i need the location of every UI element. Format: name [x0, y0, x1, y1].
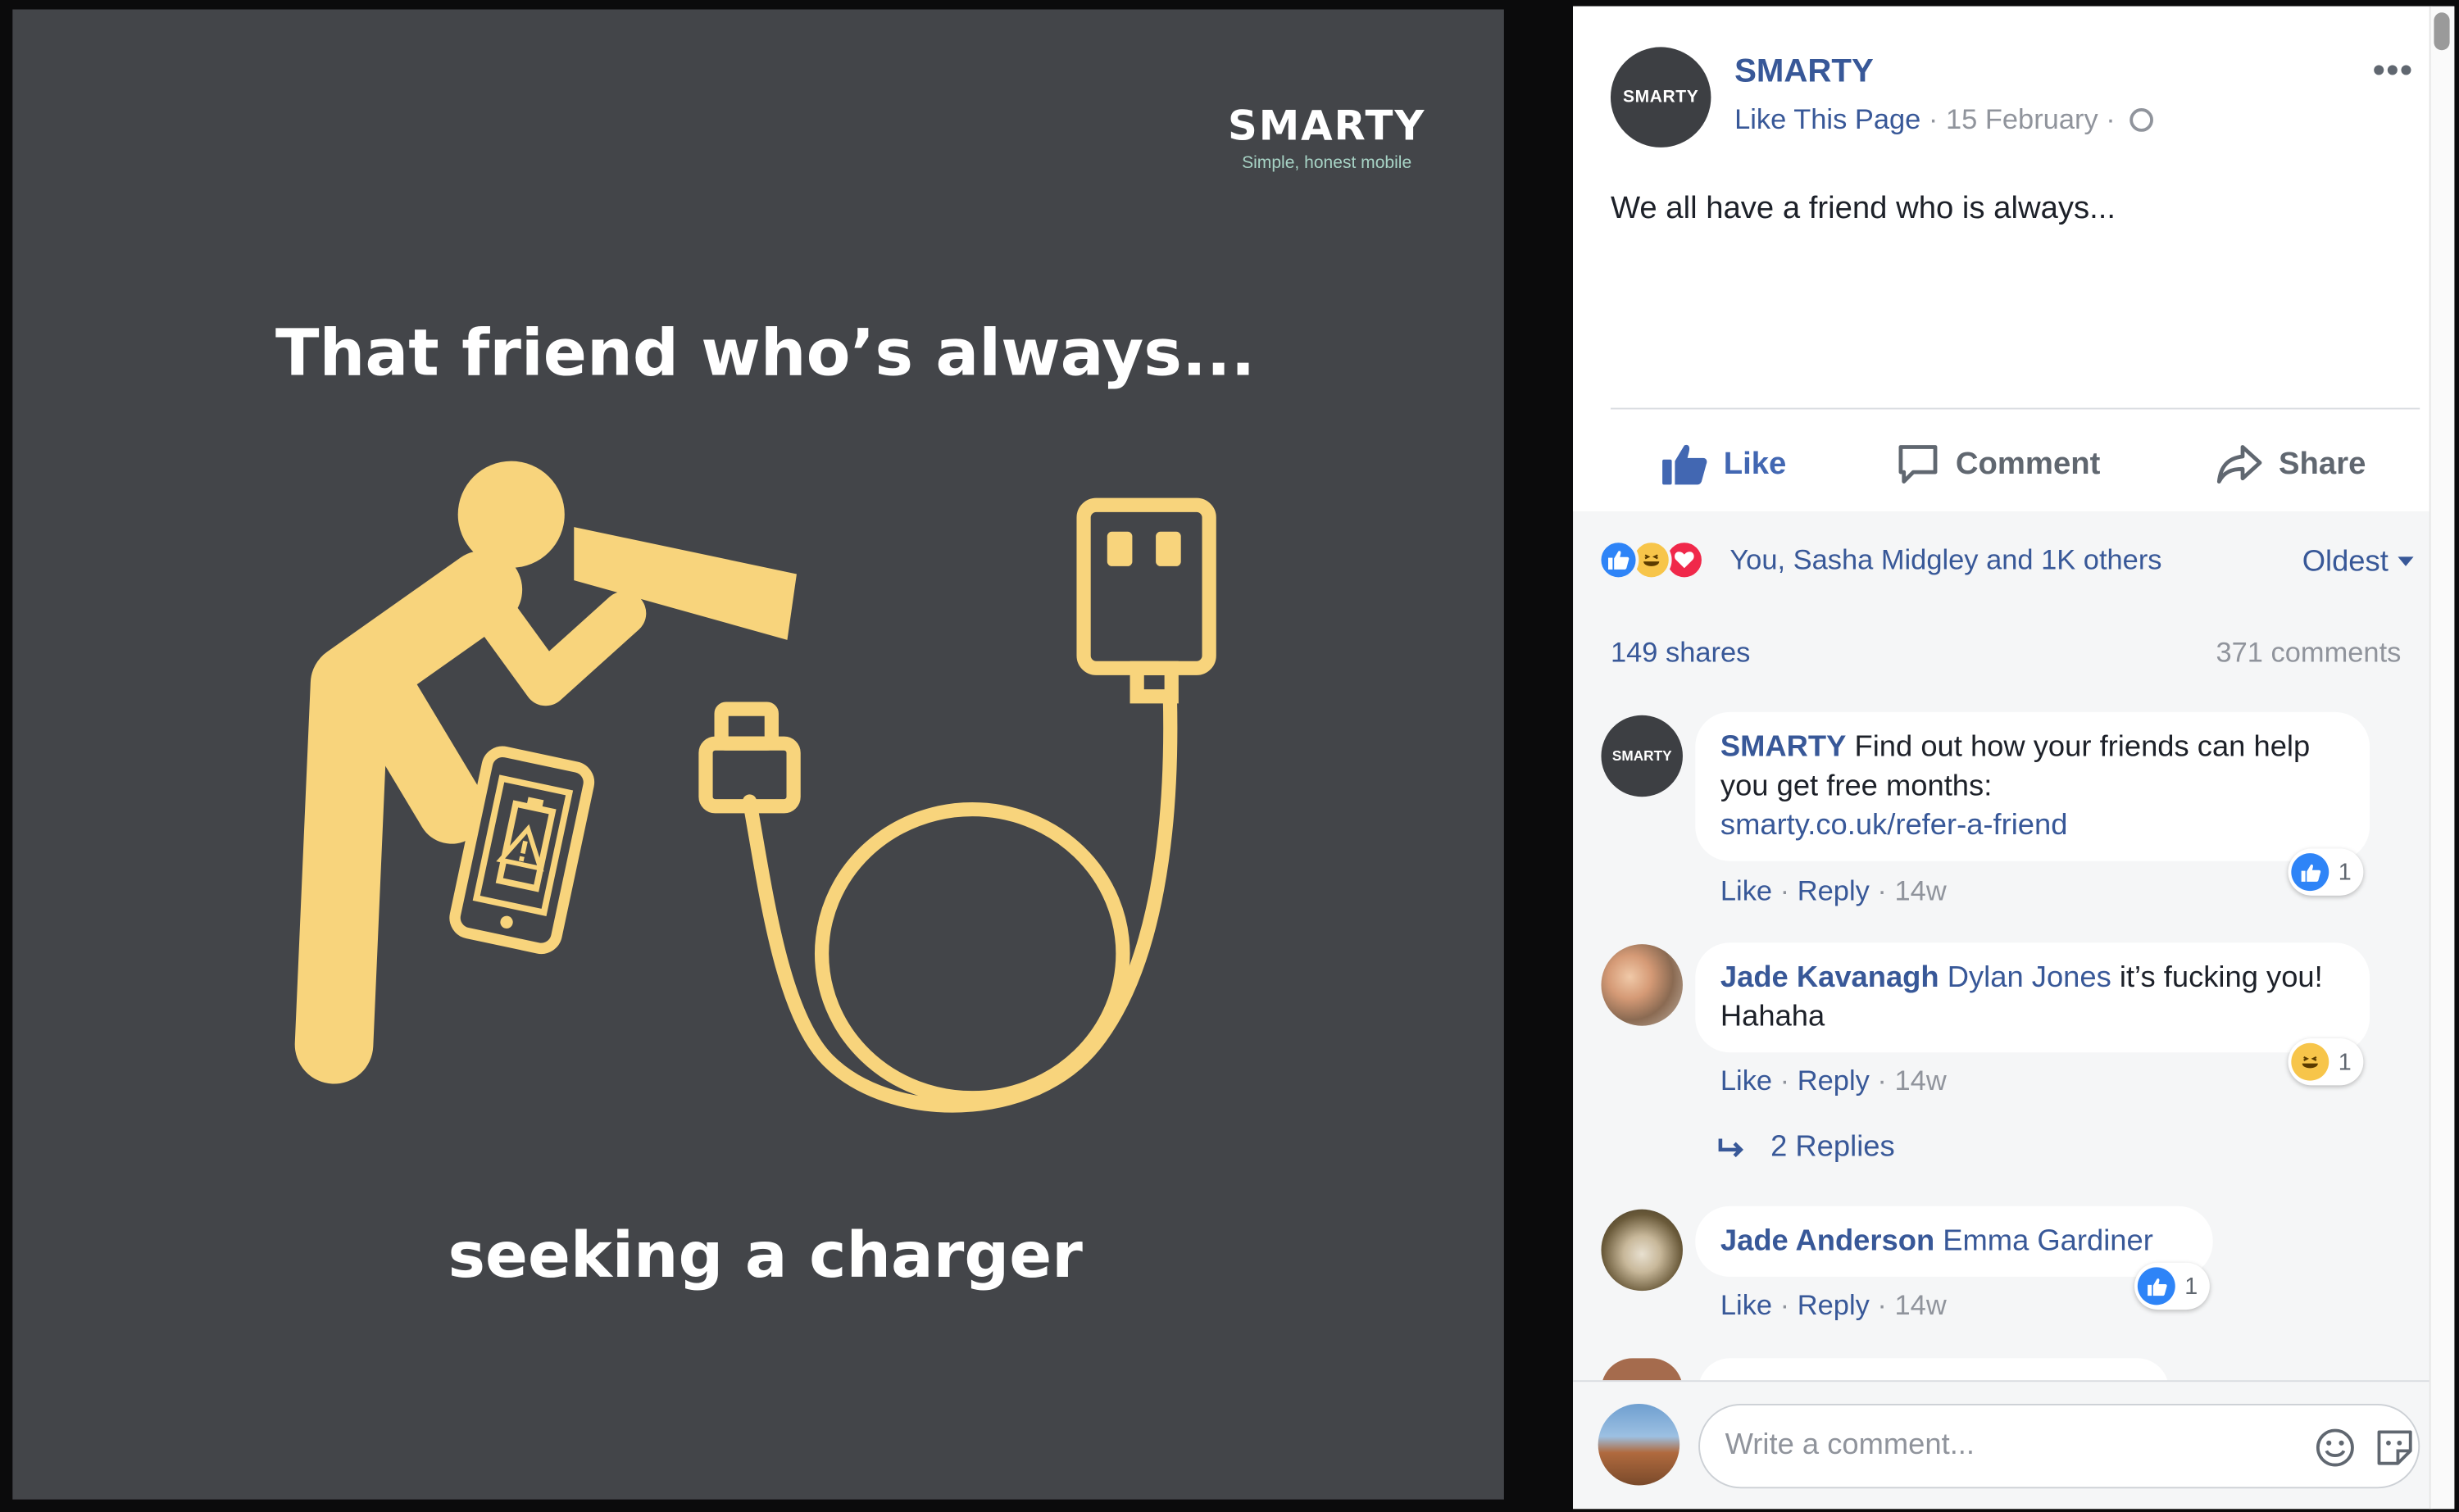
like-icon — [2137, 1267, 2175, 1305]
comment-like-link[interactable]: Like — [1720, 1065, 1772, 1097]
view-replies-link[interactable]: 2 Replies — [1717, 1131, 1895, 1165]
comment-input-placeholder: Write a comment... — [1725, 1428, 1975, 1462]
like-page-link[interactable]: Like This Page — [1734, 103, 1920, 134]
share-arrow-icon — [2216, 445, 2262, 484]
comment-actions: Like · Reply · 14w — [1720, 874, 1947, 907]
caret-down-icon — [2398, 556, 2414, 566]
comment-link[interactable]: smarty.co.uk/refer-a-friend — [1720, 810, 2068, 842]
shares-link[interactable]: 149 shares — [1611, 637, 1750, 670]
meta-separator: · — [1928, 103, 1939, 135]
photo-viewer: SMARTY Simple, honest mobile That friend… — [0, 0, 1572, 1512]
image-caption: seeking a charger — [448, 1220, 1083, 1293]
post-sidebar: SMARTY SMARTY Like This Page · 15 Februa… — [1573, 6, 2455, 1510]
comment-composer: Write a comment... — [1573, 1380, 2433, 1510]
like-icon — [2291, 853, 2329, 892]
post-date[interactable]: 15 February — [1946, 103, 2098, 134]
post-meta: Like This Page · 15 February · — [1734, 103, 2153, 136]
reaction-icons[interactable] — [1598, 537, 1705, 583]
reaction-count: 1 — [2338, 858, 2352, 886]
emoji-icon[interactable] — [2315, 1428, 2356, 1469]
reactions-summary-link[interactable]: You, Sasha Midgley and 1K others — [1729, 544, 2161, 577]
thumbs-up-icon — [1662, 444, 1707, 485]
comment-time[interactable]: 14w — [1895, 875, 1947, 906]
comment-like-link[interactable]: Like — [1720, 1289, 1772, 1320]
comment-reply-link[interactable]: Reply — [1798, 875, 1870, 906]
comment-button[interactable]: Comment — [1896, 433, 2100, 496]
comment-sort-dropdown[interactable]: Oldest — [2302, 546, 2414, 580]
screen: SMARTY Simple, honest mobile That friend… — [0, 0, 2459, 1512]
post-text: We all have a friend who is always... — [1610, 191, 2116, 226]
comments-count[interactable]: 371 comments — [2216, 637, 2401, 670]
comment-bubble: Jade Anderson Emma Gardiner — [1695, 1206, 2213, 1277]
usb-plug-pins — [1107, 531, 1181, 566]
comment-author[interactable]: Jade Kavanagh — [1720, 961, 1939, 994]
sticker-icon[interactable] — [2375, 1428, 2416, 1469]
share-button[interactable]: Share — [2216, 433, 2366, 496]
comment-like-link[interactable]: Like — [1720, 875, 1772, 906]
replies-label: 2 Replies — [1770, 1130, 1895, 1165]
comment-actions: Like · Reply · 14w — [1720, 1289, 1947, 1321]
comment-button-label: Comment — [1955, 446, 2101, 481]
comment-mention[interactable]: Emma Gardiner — [1943, 1225, 2153, 1258]
comment-mention[interactable]: Dylan Jones — [1948, 961, 2111, 994]
like-button[interactable]: Like — [1661, 433, 1786, 496]
like-reaction-icon — [1598, 539, 1639, 581]
comment-actions: Like · Reply · 14w — [1720, 1065, 1947, 1097]
post-image[interactable]: SMARTY Simple, honest mobile That friend… — [12, 9, 1504, 1500]
scrollbar-thumb[interactable] — [2434, 12, 2450, 51]
comment-avatar[interactable] — [1601, 1209, 1683, 1292]
reaction-count: 1 — [2184, 1273, 2198, 1300]
comment-reply-link[interactable]: Reply — [1798, 1065, 1870, 1097]
comment-avatar[interactable] — [1601, 944, 1683, 1026]
globe-icon — [2129, 108, 2153, 132]
comment-reaction-badge[interactable]: 1 — [2288, 848, 2365, 896]
haha-icon — [2291, 1042, 2329, 1081]
comment-author[interactable]: SMARTY — [1720, 731, 1847, 764]
comment-avatar[interactable]: SMARTY — [1601, 715, 1683, 797]
comment-reply-link[interactable]: Reply — [1798, 1289, 1870, 1320]
page-avatar[interactable]: SMARTY — [1610, 47, 1711, 148]
reply-arrow-icon — [1718, 1138, 1744, 1158]
comment-bubble: Jade Kavanagh Dylan Jones it’s fucking y… — [1695, 942, 2370, 1053]
user-avatar[interactable] — [1598, 1403, 1680, 1486]
speech-bubble-icon — [1898, 445, 1938, 484]
divider — [1610, 407, 2420, 410]
comment-bubble: SMARTY Find out how your friends can hel… — [1695, 711, 2370, 861]
comment-author[interactable]: Jade Anderson — [1720, 1225, 1934, 1258]
post-header: SMARTY SMARTY Like This Page · 15 Februa… — [1573, 6, 2433, 511]
sidebar-scrollbar[interactable] — [2429, 6, 2455, 1510]
comment-reaction-badge[interactable]: 1 — [2288, 1038, 2365, 1086]
page-name-link[interactable]: SMARTY — [1734, 53, 1874, 91]
sort-label: Oldest — [2302, 546, 2389, 579]
comment-input[interactable]: Write a comment... — [1698, 1403, 2420, 1489]
share-button-label: Share — [2279, 446, 2366, 481]
comment-time[interactable]: 14w — [1895, 1289, 1947, 1320]
like-button-label: Like — [1723, 446, 1787, 481]
meta-separator: · — [2106, 103, 2116, 135]
comment-reaction-badge[interactable]: 1 — [2134, 1262, 2211, 1310]
more-options-icon[interactable]: ••• — [2373, 50, 2414, 91]
comment-time[interactable]: 14w — [1895, 1065, 1947, 1097]
reaction-count: 1 — [2338, 1048, 2352, 1075]
